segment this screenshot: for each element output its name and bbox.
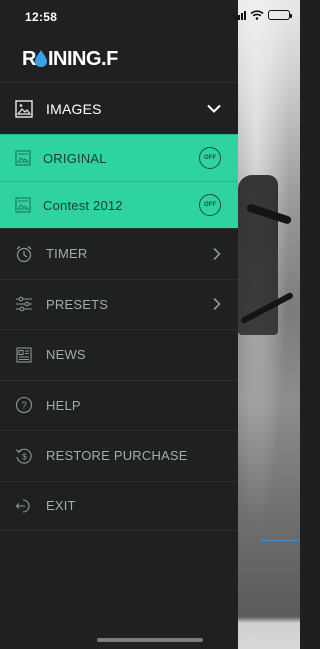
menu-item-label: IMAGES <box>46 100 102 117</box>
menu-list: IMAGES ORIGINAL OFF Contest 2012 OFF TIM… <box>0 82 238 531</box>
menu-item-label: TIMER <box>46 246 88 262</box>
menu-item-presets[interactable]: PRESETS <box>0 278 238 330</box>
chevron-down-icon[interactable] <box>207 104 221 113</box>
status-bar: 12:58 <box>0 0 300 32</box>
app-logo: R INING.FM <box>22 46 118 70</box>
alarm-clock-icon <box>14 244 34 264</box>
svg-text:R: R <box>22 48 37 70</box>
status-icons <box>235 10 292 20</box>
image-icon <box>13 195 33 215</box>
wifi-icon <box>250 10 264 20</box>
cellular-signal-icon <box>235 10 246 20</box>
sliders-icon <box>14 294 34 314</box>
home-indicator[interactable] <box>97 638 203 642</box>
svg-text:INING.FM: INING.FM <box>48 48 118 70</box>
more-dots-icon[interactable] <box>269 44 272 68</box>
photo-highlight <box>260 540 300 541</box>
image-option-original[interactable]: ORIGINAL OFF <box>0 134 238 181</box>
image-icon <box>13 148 33 168</box>
menu-item-label: EXIT <box>46 498 76 514</box>
background-rain-photo[interactable] <box>238 0 300 649</box>
menu-item-label: PRESETS <box>46 296 109 312</box>
battery-icon <box>268 10 292 20</box>
menu-item-restore-purchase[interactable]: $ RESTORE PURCHASE <box>0 430 238 481</box>
svg-text:$: $ <box>22 451 27 461</box>
menu-item-timer[interactable]: TIMER <box>0 228 238 279</box>
side-menu-drawer: R INING.FM IMAGES ORIGINAL OFF <box>0 0 238 649</box>
menu-item-help[interactable]: ? HELP <box>0 379 238 431</box>
exit-icon <box>14 496 34 516</box>
image-icon <box>14 99 34 119</box>
toggle-off-button[interactable]: OFF <box>199 194 221 216</box>
image-option-contest-2012[interactable]: Contest 2012 OFF <box>0 181 238 228</box>
menu-item-label: HELP <box>46 397 81 413</box>
restore-purchase-icon: $ <box>14 446 34 466</box>
newspaper-icon <box>14 345 34 365</box>
svg-text:?: ? <box>21 401 27 412</box>
image-option-label: ORIGINAL <box>43 150 107 166</box>
menu-item-images[interactable]: IMAGES <box>0 82 238 134</box>
menu-item-news[interactable]: NEWS <box>0 329 238 380</box>
chevron-right-icon <box>213 298 221 311</box>
chevron-right-icon <box>213 247 221 260</box>
menu-item-label: NEWS <box>46 347 86 363</box>
menu-item-label: RESTORE PURCHASE <box>46 448 188 464</box>
raining-fm-logo: R INING.FM <box>22 48 118 70</box>
help-icon: ? <box>14 395 34 415</box>
image-option-label: Contest 2012 <box>43 197 123 213</box>
status-time: 12:58 <box>25 10 58 24</box>
toggle-off-button[interactable]: OFF <box>199 147 221 169</box>
menu-item-exit[interactable]: EXIT <box>0 480 238 531</box>
